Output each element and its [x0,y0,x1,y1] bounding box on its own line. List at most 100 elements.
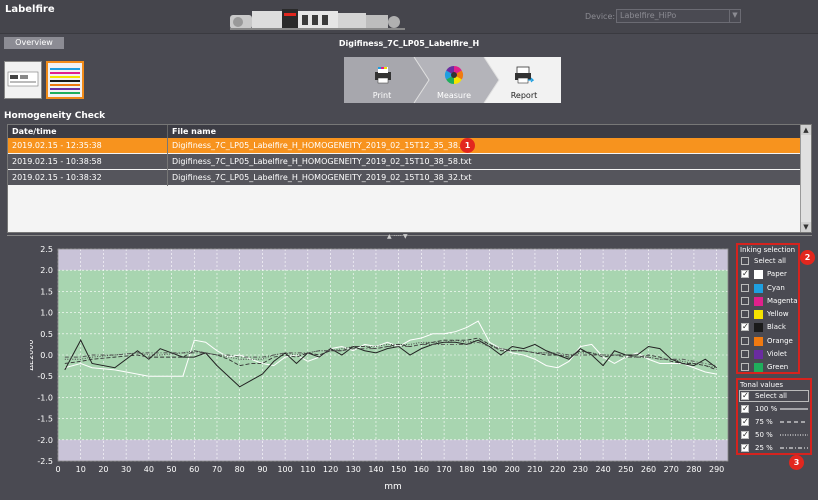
tonal-item[interactable]: Select all [738,390,810,403]
scroll-down-icon[interactable]: ▼ [801,222,811,232]
table-row[interactable]: 2019.02.15 - 10:38:58 Digifiness_7C_LP05… [8,154,800,169]
checkbox[interactable] [741,257,749,265]
checkbox[interactable] [741,416,749,428]
table-cell-file: Digifiness_7C_LP05_Labelfire_H_HOMOGENEI… [172,173,472,182]
x-tick-label: 290 [709,465,724,474]
inking-item-label: Black [767,323,786,332]
color-swatch [754,310,763,320]
inking-item-label: Orange [767,336,793,345]
y-tick-label: 2.5 [40,245,53,254]
thumbnail-1[interactable] [4,61,42,99]
measurement-table: Date/time File name 2019.02.15 - 12:35:3… [7,124,812,233]
title-bar: Labelfire Device: Labelfire_HiPo ▼ [0,0,818,33]
splitter-handle-icon[interactable]: ▲ ···· ▼ [387,233,408,240]
table-header: Date/time File name [8,125,800,138]
document-title: Digifiness_7C_LP05_Labelfire_H [338,39,480,48]
device-value: Labelfire_HiPo [620,11,677,20]
workflow-step-label: Measure [437,91,471,100]
checkbox[interactable] [741,336,749,345]
workflow-step-report[interactable]: Report [494,57,554,103]
tab-overview[interactable]: Overview [4,37,64,49]
chevron-down-icon[interactable]: ▼ [729,10,740,22]
checkbox[interactable] [741,390,749,402]
line-style-sample [780,434,808,436]
scroll-up-icon[interactable]: ▲ [801,125,811,135]
inking-item[interactable]: Green [738,361,798,374]
x-tick-label: 150 [391,465,406,474]
table-scrollbar[interactable]: ▲ ▼ [800,125,811,232]
x-tick-label: 200 [505,465,520,474]
table-cell-file: Digifiness_7C_LP05_Labelfire_H_HOMOGENEI… [172,141,472,150]
tonal-item[interactable]: 50 % [738,429,810,442]
x-tick-label: 190 [482,465,497,474]
color-swatch [754,350,763,360]
inking-item[interactable]: Yellow [738,308,798,321]
checkbox[interactable] [741,429,749,441]
workflow-step-measure[interactable]: Measure [424,57,484,103]
x-tick-label: 220 [550,465,565,474]
checkbox[interactable] [741,363,749,372]
checkbox[interactable] [741,283,749,292]
x-tick-label: 0 [55,465,60,474]
color-swatch [754,336,763,346]
x-tick-label: 30 [121,465,131,474]
x-tick-label: 260 [641,465,656,474]
thumbnail-2[interactable] [46,61,84,99]
tonal-item-label: 75 % [755,418,773,426]
color-swatch [754,270,763,280]
inking-item-label: Yellow [767,310,789,319]
device-label: Device: [585,12,616,21]
table-cell-date: 2019.02.15 - 10:38:32 [12,173,102,182]
checkbox[interactable] [741,321,749,333]
column-header-file[interactable]: File name [168,125,800,138]
tonal-item[interactable]: 75 % [738,416,810,429]
app-title: Labelfire [5,4,55,15]
callout-badge-3: 3 [789,455,804,470]
x-tick-label: 230 [573,465,588,474]
x-tick-label: 250 [618,465,633,474]
checkbox[interactable] [741,310,749,319]
inking-item[interactable]: Black [738,321,798,334]
checkbox[interactable] [741,442,749,454]
device-select[interactable]: Labelfire_HiPo ▼ [616,9,741,23]
tonal-item-label: 100 % [755,405,778,413]
workflow-step-print[interactable]: Print [352,57,412,103]
inking-item-label: Paper [767,270,787,279]
x-tick-label: 100 [277,465,292,474]
tonal-item[interactable]: 100 % [738,403,810,416]
x-tick-label: 280 [686,465,701,474]
line-style-sample [780,408,808,410]
inking-item-label: Select all [754,257,786,265]
table-cell-file: Digifiness_7C_LP05_Labelfire_H_HOMOGENEI… [172,157,472,166]
checkbox[interactable] [741,350,749,359]
panel-splitter[interactable]: ▲ ···· ▼ [7,233,812,240]
sub-bar: Digifiness_7C_LP05_Labelfire_H Overview [0,33,818,52]
inking-item[interactable]: Magenta [738,295,798,308]
y-tick-label: 0.0 [40,351,53,360]
x-tick-label: 140 [368,465,383,474]
inking-item[interactable]: Violet [738,348,798,361]
table-row[interactable]: 2019.02.15 - 12:35:38 Digifiness_7C_LP05… [8,138,800,153]
tonal-item[interactable]: 25 % [738,442,810,455]
color-swatch [754,323,763,333]
x-tick-label: 210 [527,465,542,474]
table-cell-date: 2019.02.15 - 10:38:58 [12,157,102,166]
inking-item[interactable]: Select all [738,255,798,268]
checkbox[interactable] [741,268,749,280]
y-tick-label: -1.5 [37,415,53,424]
callout-badge-1: 1 [460,138,475,153]
x-tick-label: 70 [212,465,222,474]
workflow-steps: Print Measure Report [344,57,561,103]
inking-item[interactable]: Paper [738,268,798,281]
tonal-values-title: Tonal values [740,381,784,389]
y-tick-label: 1.5 [40,287,53,296]
checkbox[interactable] [741,403,749,415]
inking-item[interactable]: Cyan [738,282,798,295]
column-header-date[interactable]: Date/time [8,125,168,138]
checkbox[interactable] [741,296,749,305]
x-tick-label: 170 [436,465,451,474]
inking-item[interactable]: Orange [738,335,798,348]
color-swatch [754,363,763,373]
callout-badge-2: 2 [800,250,815,265]
table-row[interactable]: 2019.02.15 - 10:38:32 Digifiness_7C_LP05… [8,170,800,185]
